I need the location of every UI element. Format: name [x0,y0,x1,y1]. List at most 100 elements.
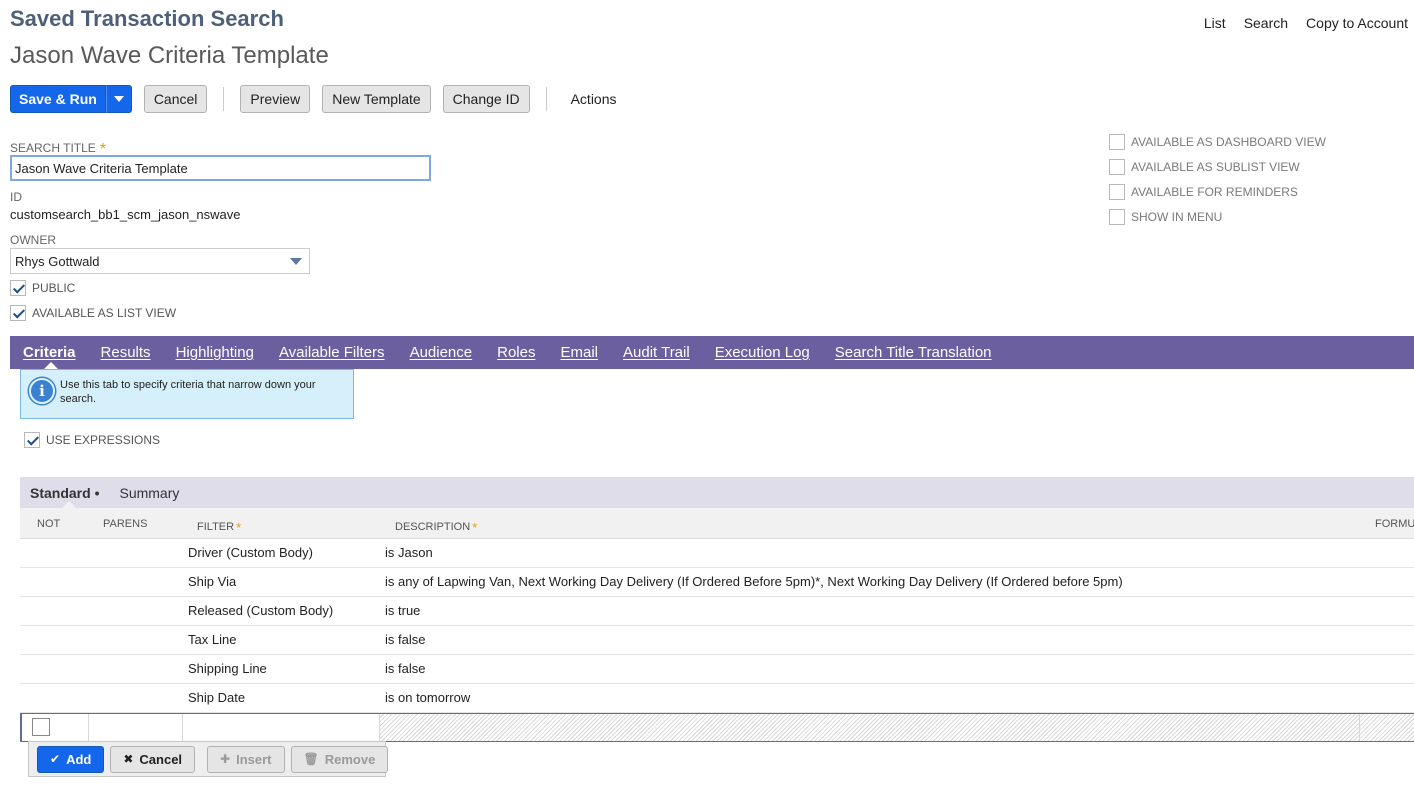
new-criteria-row [20,713,1414,742]
column-formula: Formu [1375,518,1414,530]
sublist-view-checkbox[interactable] [1109,159,1125,175]
info-message: i Use this tab to specify criteria that … [20,369,354,419]
record-title: Jason Wave Criteria Template [10,42,329,69]
chevron-down-icon [113,96,124,102]
criteria-grid: Not Parens Filter * Description * Formu Dr… [20,508,1414,742]
subtab-standard[interactable]: Standard • [30,485,99,501]
tab-execution-log[interactable]: Execution Log [715,344,810,361]
description-edit-cell [380,714,1360,741]
search-link[interactable]: Search [1244,15,1288,31]
table-row[interactable]: Ship Via is any of Lapwing Van, Next Wor… [20,568,1414,597]
table-row[interactable]: Driver (Custom Body) is Jason [20,539,1414,568]
subtab-summary[interactable]: Summary [119,485,179,501]
reminders-checkbox[interactable] [1109,184,1125,200]
list-link[interactable]: List [1204,15,1226,31]
owner-select[interactable]: Rhys Gottwald [10,248,310,274]
tab-highlighting[interactable]: Highlighting [176,344,254,361]
description-cell: is on tomorrow [385,690,471,705]
filter-cell: Released (Custom Body) [188,603,334,618]
save-run-dropdown-button[interactable] [105,85,132,113]
formula-edit-cell [1360,714,1414,741]
grid-header: Not Parens Filter * Description * Formu [20,508,1414,539]
active-subtab-indicator [62,501,76,508]
use-expressions-checkbox[interactable] [24,432,40,448]
toolbar: Save & Run Cancel Preview New Template C… [10,85,617,113]
active-tab-indicator [44,362,58,369]
filter-edit-cell[interactable] [183,714,380,741]
change-id-button[interactable]: Change ID [442,85,530,113]
show-in-menu-checkbox[interactable] [1109,209,1125,225]
required-star-icon: * [472,520,478,535]
tab-audience[interactable]: Audience [410,344,473,361]
id-label: ID [10,190,22,204]
public-label: Public [32,281,76,295]
sublist-view-label: Available as Sublist View [1131,160,1300,174]
plus-icon: ✚ [220,752,231,766]
show-in-menu-row: Show in Menu [1109,209,1222,225]
tab-bar: Criteria Results Highlighting Available … [10,336,1414,369]
preview-button[interactable]: Preview [240,85,311,113]
toolbar-divider [223,87,225,111]
table-row[interactable]: Released (Custom Body) is true [20,597,1414,626]
tab-search-title-translation[interactable]: Search Title Translation [835,344,992,361]
column-description: Description * [395,520,478,535]
owner-select-value: Rhys Gottwald [15,254,100,269]
check-icon: ✔ [50,752,61,766]
column-filter: Filter * [197,520,242,535]
column-parens: Parens [103,518,148,530]
tab-available-filters[interactable]: Available Filters [279,344,385,361]
dashboard-view-label: Available as Dashboard View [1131,135,1326,149]
public-checkbox-row: Public [10,280,75,296]
description-cell: is false [385,661,426,676]
required-star-icon: * [236,520,242,535]
filter-cell: Ship Via [188,574,237,589]
description-cell: is any of Lapwing Van, Next Working Day … [385,574,1123,589]
list-view-label: Available as List View [32,306,177,320]
copy-to-account-link[interactable]: Copy to Account [1306,15,1408,31]
actions-menu[interactable]: Actions [571,91,617,107]
add-button[interactable]: ✔ Add [37,745,105,773]
show-in-menu-label: Show in Menu [1131,210,1223,224]
list-view-checkbox-row: Available as List View [10,305,176,321]
public-checkbox[interactable] [10,280,26,296]
use-expressions-label: Use Expressions [46,433,161,447]
new-template-button[interactable]: New Template [322,85,431,113]
toolbar-divider [545,87,547,111]
table-row[interactable]: Ship Date is on tomorrow [20,684,1414,713]
row-action-buttons: ✔ Add ✖ Cancel ✚ Insert 🗑 Remove [28,741,389,777]
filter-cell: Ship Date [188,690,246,705]
filter-cell: Shipping Line [188,661,267,676]
owner-label: Owner [10,233,56,247]
not-checkbox[interactable] [32,718,50,736]
top-links: List Search Copy to Account [1204,15,1408,31]
reminders-row: Available for Reminders [1109,184,1298,200]
description-cell: is true [385,603,421,618]
tab-audit-trail[interactable]: Audit Trail [623,344,690,361]
remove-button[interactable]: 🗑 Remove [290,745,389,773]
table-row[interactable]: Shipping Line is false [20,655,1414,684]
insert-button[interactable]: ✚ Insert [207,745,285,773]
id-value: customsearch_bb1_scm_jason_nswave [10,207,241,222]
close-icon: ✖ [123,752,134,766]
list-view-checkbox[interactable] [10,305,26,321]
page-title: Saved Transaction Search [10,6,284,31]
save-run-button[interactable]: Save & Run [10,85,106,113]
table-row[interactable]: Tax Line is false [20,626,1414,655]
search-title-input[interactable] [10,155,431,181]
tab-roles[interactable]: Roles [497,344,535,361]
cancel-row-button[interactable]: ✖ Cancel [110,745,196,773]
parens-edit-cell[interactable] [89,714,183,741]
use-expressions-row: Use Expressions [24,432,160,448]
tab-criteria[interactable]: Criteria [23,344,76,361]
description-cell: is false [385,632,426,647]
dashboard-view-row: Available as Dashboard View [1109,134,1326,150]
trash-icon: 🗑 [303,752,319,766]
sublist-view-row: Available as Sublist View [1109,159,1300,175]
cancel-button[interactable]: Cancel [143,85,208,113]
tab-email[interactable]: Email [560,344,598,361]
info-icon: i [29,378,55,404]
filter-cell: Driver (Custom Body) [188,545,313,560]
tab-results[interactable]: Results [101,344,151,361]
dashboard-view-checkbox[interactable] [1109,134,1125,150]
filter-cell: Tax Line [188,632,237,647]
